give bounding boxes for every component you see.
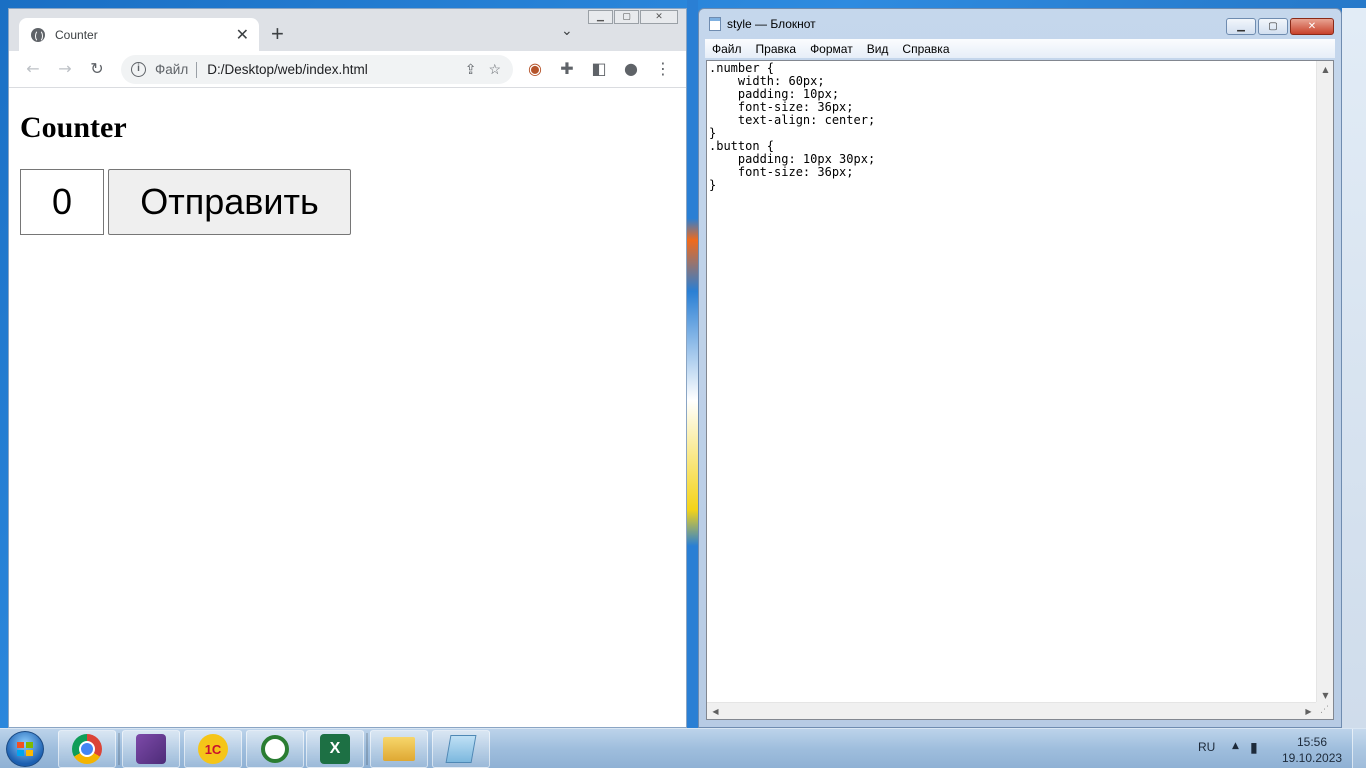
menu-format[interactable]: Формат [810,42,853,56]
taskbar-1c[interactable]: 1С [184,730,242,768]
show-hidden-icons-icon[interactable]: ▲ [1232,741,1239,751]
address-separator [196,61,198,78]
notepad-window: style — Блокнот ▁ ▢ ✕ Файл Правка Формат… [698,8,1342,728]
vertical-scrollbar[interactable]: ▲ ▼ [1316,61,1333,704]
web-page: Counter 0 Отправить [9,89,686,727]
counter-value: 0 [20,169,104,235]
taskbar-separator [118,733,120,765]
clock[interactable]: 15:56 19.10.2023 [1282,734,1342,766]
start-button[interactable] [6,731,44,767]
menu-kebab-icon[interactable]: ⋮ [653,59,673,79]
tab-strip: Counter ✕ + ⌄ ▁ ▢ ✕ [9,9,686,51]
tab-close-icon[interactable]: ✕ [236,26,249,43]
language-indicator[interactable]: RU [1198,740,1215,754]
viber-icon [136,734,166,764]
profile-avatar-icon[interactable]: ● [621,59,641,79]
new-tab-button[interactable]: + [271,23,284,45]
address-bar[interactable]: i Файл D:/Desktop/web/index.html ⇪ ☆ [121,55,513,84]
taskbar-notepad[interactable] [432,730,490,768]
notepad-menubar: Файл Правка Формат Вид Справка [705,39,1335,58]
scroll-up-icon[interactable]: ▲ [1317,61,1334,78]
taskbar: 1С X RU ▲ ▮ 15:56 19.10.2023 [0,728,1366,768]
forward-arrow-icon[interactable]: → [55,59,75,79]
scroll-right-icon[interactable]: ▶ [1300,703,1317,720]
maximize-button[interactable]: ▢ [614,10,639,24]
browser-toolbar: ← → ↻ i Файл D:/Desktop/web/index.html ⇪… [9,51,686,88]
menu-view[interactable]: Вид [867,42,889,56]
minimize-button[interactable]: ▁ [588,10,613,24]
clock-time: 15:56 [1296,735,1328,749]
green-circle-app-icon [261,735,289,763]
show-desktop-button[interactable] [1352,729,1366,768]
folder-icon [383,737,415,761]
onec-icon: 1С [198,734,228,764]
minimize-button[interactable]: ▁ [1226,18,1256,35]
excel-icon: X [320,734,350,764]
horizontal-scrollbar[interactable]: ◀ ▶ [707,702,1317,719]
share-icon[interactable]: ⇪ [465,61,477,78]
back-arrow-icon[interactable]: ← [23,59,43,79]
notepad-editor[interactable]: .number { width: 60px; padding: 10px; fo… [706,60,1334,720]
taskbar-viber[interactable] [122,730,180,768]
page-title: Counter [20,111,127,144]
browser-window: Counter ✕ + ⌄ ▁ ▢ ✕ ← → ↻ i Файл D:/Desk… [8,8,687,728]
close-button[interactable]: ✕ [640,10,678,24]
tab-title: Counter [55,27,98,42]
extension-spy-icon[interactable]: ◉ [525,59,545,79]
notepad-titlebar[interactable]: style — Блокнот ▁ ▢ ✕ [699,9,1341,39]
notepad-window-controls: ▁ ▢ ✕ [1224,18,1334,35]
desktop-background [687,0,698,728]
info-icon[interactable]: i [131,62,146,77]
address-url[interactable]: D:/Desktop/web/index.html [207,62,465,77]
clock-date: 19.10.2023 [1282,751,1343,765]
taskbar-excel[interactable]: X [306,730,364,768]
reload-icon[interactable]: ↻ [87,59,107,79]
resize-grip-icon[interactable]: ⋰ [1316,702,1333,719]
scroll-left-icon[interactable]: ◀ [707,703,724,720]
close-button[interactable]: ✕ [1290,18,1334,35]
taskbar-separator [366,733,368,765]
taskbar-chrome[interactable] [58,730,116,768]
network-icon[interactable]: ▮ [1250,740,1258,756]
taskbar-green-app[interactable] [246,730,304,768]
chevron-down-icon[interactable]: ⌄ [561,23,573,39]
address-scheme: Файл [155,62,189,77]
maximize-button[interactable]: ▢ [1258,18,1288,35]
notepad-app-icon [445,735,477,763]
notepad-title: style — Блокнот [727,17,816,31]
editor-text[interactable]: .number { width: 60px; padding: 10px; fo… [709,62,1315,699]
menu-file[interactable]: Файл [712,42,742,56]
bookmark-star-icon[interactable]: ☆ [488,61,501,78]
send-button[interactable]: Отправить [108,169,351,235]
background-window-edge [1342,8,1366,728]
menu-help[interactable]: Справка [902,42,949,56]
extensions-puzzle-icon[interactable]: ✚ [557,59,577,79]
tab-counter[interactable]: Counter ✕ [19,18,259,51]
taskbar-explorer[interactable] [370,730,428,768]
globe-icon [31,27,45,42]
notepad-icon [709,17,721,31]
window-controls: ▁ ▢ ✕ [587,10,678,24]
windows-logo-icon [17,742,33,756]
menu-edit[interactable]: Правка [756,42,797,56]
chrome-icon [72,734,102,764]
side-panel-icon[interactable]: ◧ [589,59,609,79]
